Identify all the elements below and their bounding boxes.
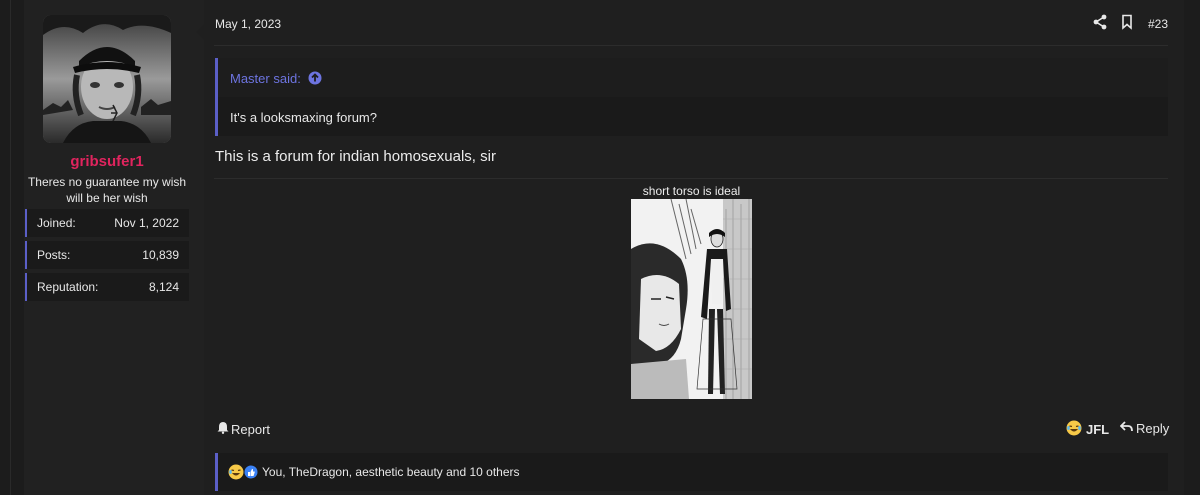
jfl-reaction-button[interactable]: JFL bbox=[1066, 420, 1109, 439]
image-caption: short torso is ideal bbox=[642, 184, 741, 198]
reply-label: Reply bbox=[1136, 421, 1170, 436]
stat-reputation: Reputation: 8,124 bbox=[25, 273, 189, 301]
quote-header: Master said: bbox=[218, 58, 1168, 97]
like-icon bbox=[244, 464, 258, 483]
laughing-emoji-icon bbox=[228, 464, 244, 483]
bell-icon bbox=[217, 421, 229, 437]
reply-arrow-icon bbox=[1119, 421, 1133, 436]
stat-label: Reputation: bbox=[37, 280, 99, 294]
stat-value[interactable]: 10,839 bbox=[142, 248, 179, 262]
post-pointer bbox=[196, 24, 204, 40]
username[interactable]: gribsufer1 bbox=[24, 153, 190, 170]
laughing-emoji-icon bbox=[1066, 420, 1082, 439]
arrow-up-circle-icon[interactable] bbox=[308, 71, 322, 85]
bookmark-icon[interactable] bbox=[1121, 14, 1137, 32]
reactions-bar[interactable]: You, TheDragon, aesthetic beauty and 10 … bbox=[215, 453, 1168, 491]
post-image[interactable] bbox=[631, 199, 752, 399]
content-divider bbox=[214, 178, 1168, 179]
post-date[interactable]: May 1, 2023 bbox=[215, 17, 281, 31]
jfl-label: JFL bbox=[1086, 422, 1110, 437]
stat-value: Nov 1, 2022 bbox=[114, 216, 179, 230]
reaction-icons bbox=[228, 464, 258, 483]
reactions-summary[interactable]: You, TheDragon, aesthetic beauty and 10 … bbox=[262, 465, 520, 479]
stat-value: 8,124 bbox=[148, 280, 179, 294]
report-label: Report bbox=[231, 421, 271, 437]
stat-label: Posts: bbox=[37, 248, 71, 262]
post-message: This is a forum for indian homosexuals, … bbox=[215, 148, 496, 165]
stat-joined: Joined: Nov 1, 2022 bbox=[25, 209, 189, 237]
quote-text: It's a looksmaxing forum? bbox=[230, 110, 377, 125]
stat-posts: Posts: 10,839 bbox=[25, 241, 189, 269]
user-title: Theres no guarantee my wish will be her … bbox=[27, 175, 187, 205]
share-icon[interactable] bbox=[1093, 14, 1109, 32]
reply-button[interactable]: Reply bbox=[1119, 421, 1170, 436]
stat-label: Joined: bbox=[37, 216, 76, 230]
post-number[interactable]: #23 bbox=[1148, 17, 1168, 31]
quote-attribution[interactable]: Master said: bbox=[230, 71, 301, 86]
header-divider bbox=[214, 45, 1168, 46]
report-button[interactable]: Report bbox=[217, 421, 270, 437]
quote-block: Master said: It's a looksmaxing forum? bbox=[215, 58, 1168, 136]
avatar[interactable] bbox=[43, 15, 171, 143]
